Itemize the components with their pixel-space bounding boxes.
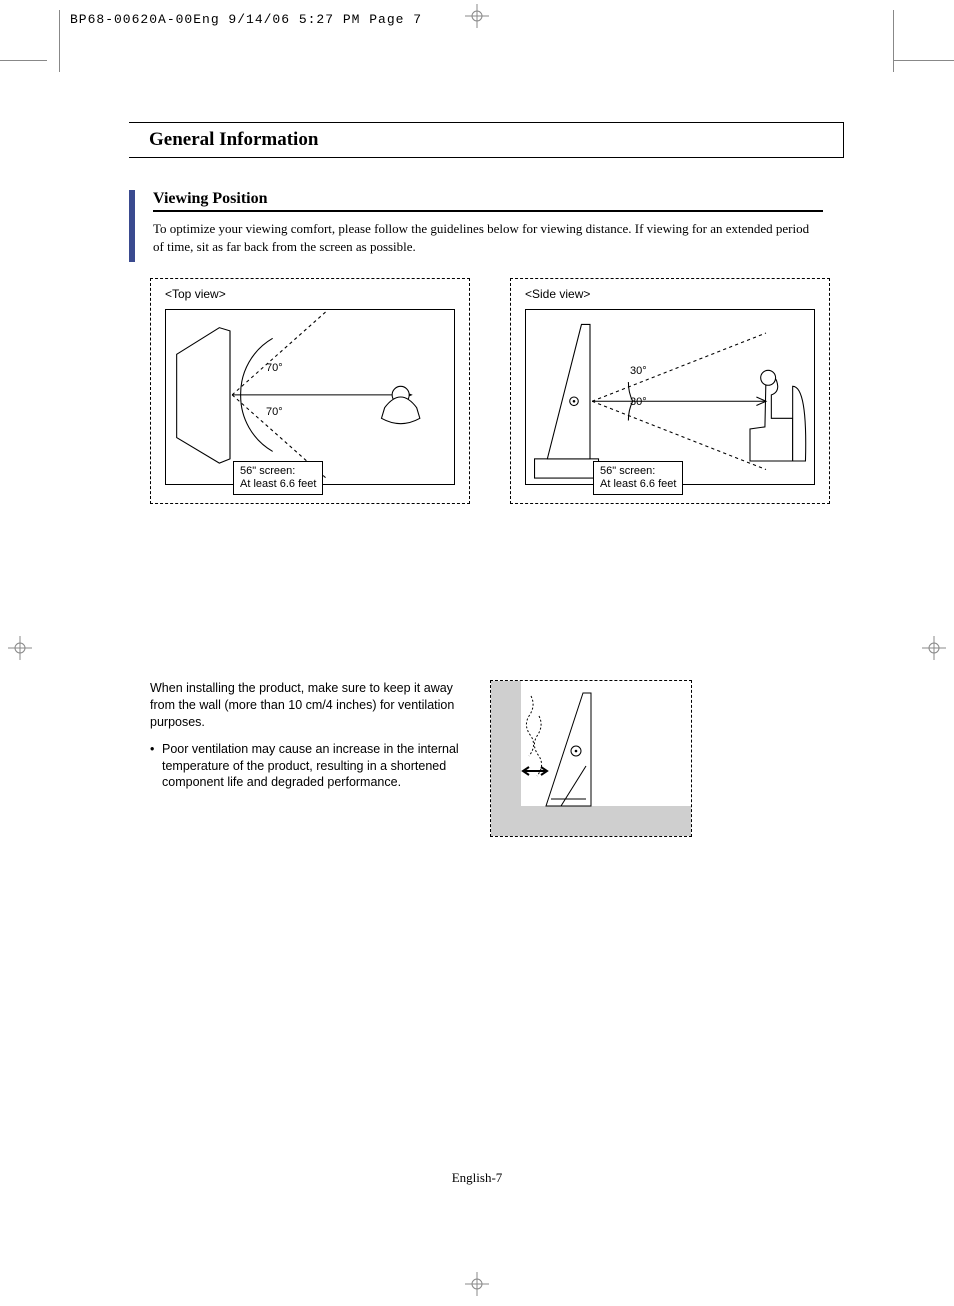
section-body: To optimize your viewing comfort, please… <box>153 220 823 255</box>
section-heading: Viewing Position <box>153 190 823 212</box>
crop-mark <box>894 60 954 62</box>
crop-mark <box>892 10 894 72</box>
diagram-label: <Side view> <box>525 287 590 301</box>
side-view-illustration <box>526 310 814 484</box>
section-accent-bar <box>129 190 135 262</box>
distance-label: 56" screen: At least 6.6 feet <box>593 461 683 495</box>
distance-label: 56" screen: At least 6.6 feet <box>233 461 323 495</box>
distance-line2: At least 6.6 feet <box>240 478 316 490</box>
page-title-box: General Information <box>129 122 844 158</box>
registration-mark-icon <box>922 636 946 660</box>
diagram-side-view: <Side view> <box>510 278 830 504</box>
page-footer: English-7 <box>0 1170 954 1186</box>
angle-label: 30° <box>630 396 647 408</box>
install-paragraph: When installing the product, make sure t… <box>150 680 460 731</box>
registration-mark-icon <box>465 4 489 28</box>
top-view-illustration <box>166 310 454 484</box>
angle-label: 30° <box>630 365 647 377</box>
print-header: BP68-00620A-00Eng 9/14/06 5:27 PM Page 7 <box>70 12 422 27</box>
angle-label: 70° <box>266 362 283 374</box>
distance-line1: 56" screen: <box>240 465 295 477</box>
install-section: When installing the product, make sure t… <box>150 680 830 837</box>
registration-mark-icon <box>8 636 32 660</box>
ventilation-illustration <box>491 681 691 836</box>
crop-mark <box>47 10 60 72</box>
registration-mark-icon <box>465 1272 489 1296</box>
crop-mark <box>0 60 47 62</box>
install-bullet: Poor ventilation may cause an increase i… <box>150 741 460 792</box>
install-text: When installing the product, make sure t… <box>150 680 460 837</box>
section-viewing-position: Viewing Position To optimize your viewin… <box>129 190 823 255</box>
distance-line1: 56" screen: <box>600 465 655 477</box>
install-diagram <box>490 680 692 837</box>
angle-label: 70° <box>266 406 283 418</box>
diagram-top-view: <Top view> <box>150 278 470 504</box>
page-title: General Information <box>149 129 318 150</box>
diagram-row: <Top view> <box>150 278 830 504</box>
distance-line2: At least 6.6 feet <box>600 478 676 490</box>
diagram-label: <Top view> <box>165 287 226 301</box>
